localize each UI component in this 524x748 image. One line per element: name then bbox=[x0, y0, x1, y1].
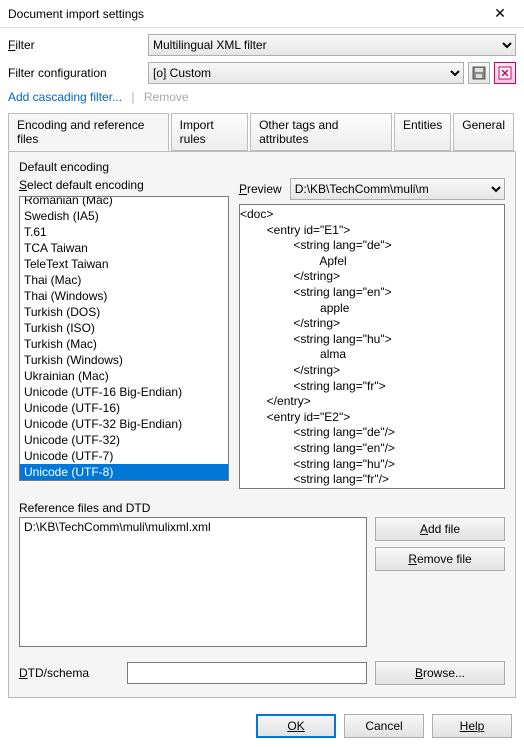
list-item[interactable]: T.61 bbox=[20, 224, 228, 240]
tab-encoding-and-reference-files[interactable]: Encoding and reference files bbox=[8, 113, 169, 151]
list-item[interactable]: Unicode (UTF-7) bbox=[20, 448, 228, 464]
tabs: Encoding and reference filesImport rules… bbox=[8, 112, 516, 151]
remove-file-button[interactable]: Remove file bbox=[375, 547, 505, 571]
list-item[interactable]: Unicode (UTF-8) bbox=[20, 464, 228, 480]
save-config-icon[interactable] bbox=[468, 62, 490, 84]
default-encoding-label: Default encoding bbox=[19, 160, 505, 174]
list-item[interactable]: TCA Taiwan bbox=[20, 240, 228, 256]
select-encoding-label: Select default encoding bbox=[19, 178, 229, 192]
reference-files-listbox[interactable]: D:\KB\TechComm\muli\mulixml.xml bbox=[19, 517, 367, 647]
list-item[interactable]: Turkish (DOS) bbox=[20, 304, 228, 320]
tab-panel-encoding: Default encoding Select default encoding… bbox=[8, 151, 516, 698]
list-item[interactable]: Thai (Mac) bbox=[20, 272, 228, 288]
list-item[interactable]: TeleText Taiwan bbox=[20, 256, 228, 272]
list-item[interactable]: Turkish (ISO) bbox=[20, 320, 228, 336]
tab-import-rules[interactable]: Import rules bbox=[171, 113, 248, 151]
tab-general[interactable]: General bbox=[453, 113, 514, 151]
dtd-schema-input[interactable] bbox=[127, 662, 367, 684]
title-bar: Document import settings ✕ bbox=[0, 0, 524, 28]
filter-config-combo[interactable]: [o] Custom bbox=[148, 62, 464, 84]
window-title: Document import settings bbox=[8, 7, 144, 21]
preview-label: Preview bbox=[239, 182, 282, 196]
tab-other-tags-and-attributes[interactable]: Other tags and attributes bbox=[250, 113, 392, 151]
add-cascading-filter-link[interactable]: Add cascading filter... bbox=[8, 90, 122, 104]
reference-label: Reference files and DTD bbox=[19, 501, 505, 515]
list-item[interactable]: Turkish (Windows) bbox=[20, 352, 228, 368]
preview-file-combo[interactable]: D:\KB\TechComm\muli\m bbox=[290, 178, 505, 200]
dialog-button-bar: OK Cancel Help bbox=[0, 704, 524, 748]
encoding-listbox[interactable]: OEM CyrillicOEM Multilingual Latin IOEM … bbox=[19, 196, 229, 481]
close-icon[interactable]: ✕ bbox=[480, 5, 520, 22]
list-item[interactable]: Unicode (UTF-32) bbox=[20, 432, 228, 448]
filter-label: Filter bbox=[8, 38, 148, 52]
filter-combo[interactable]: Multilingual XML filter bbox=[148, 34, 516, 56]
help-button[interactable]: Help bbox=[432, 714, 512, 738]
preview-box[interactable]: <doc> <entry id="E1"> <string lang="de">… bbox=[239, 204, 505, 489]
list-item[interactable]: Unicode (UTF-16) bbox=[20, 400, 228, 416]
list-item[interactable]: Thai (Windows) bbox=[20, 288, 228, 304]
restore-defaults-icon[interactable] bbox=[494, 62, 516, 84]
browse-button[interactable]: Browse... bbox=[375, 661, 505, 685]
separator: | bbox=[131, 90, 134, 104]
list-item[interactable]: Unicode (UTF-16 Big-Endian) bbox=[20, 384, 228, 400]
list-item[interactable]: Unicode (UTF-32 Big-Endian) bbox=[20, 416, 228, 432]
tab-entities[interactable]: Entities bbox=[394, 113, 451, 151]
list-item[interactable]: D:\KB\TechComm\muli\mulixml.xml bbox=[24, 520, 362, 534]
add-file-button[interactable]: Add file bbox=[375, 517, 505, 541]
list-item[interactable]: Swedish (IA5) bbox=[20, 208, 228, 224]
dtd-schema-label: DTD/schema bbox=[19, 666, 119, 680]
remove-cascading-filter-link: Remove bbox=[144, 90, 189, 104]
list-item[interactable]: Turkish (Mac) bbox=[20, 336, 228, 352]
ok-button[interactable]: OK bbox=[256, 714, 336, 738]
list-item[interactable]: Romanian (Mac) bbox=[20, 196, 228, 208]
cancel-button[interactable]: Cancel bbox=[344, 714, 424, 738]
filter-config-label: Filter configuration bbox=[8, 66, 148, 80]
list-item[interactable]: Ukrainian (Mac) bbox=[20, 368, 228, 384]
